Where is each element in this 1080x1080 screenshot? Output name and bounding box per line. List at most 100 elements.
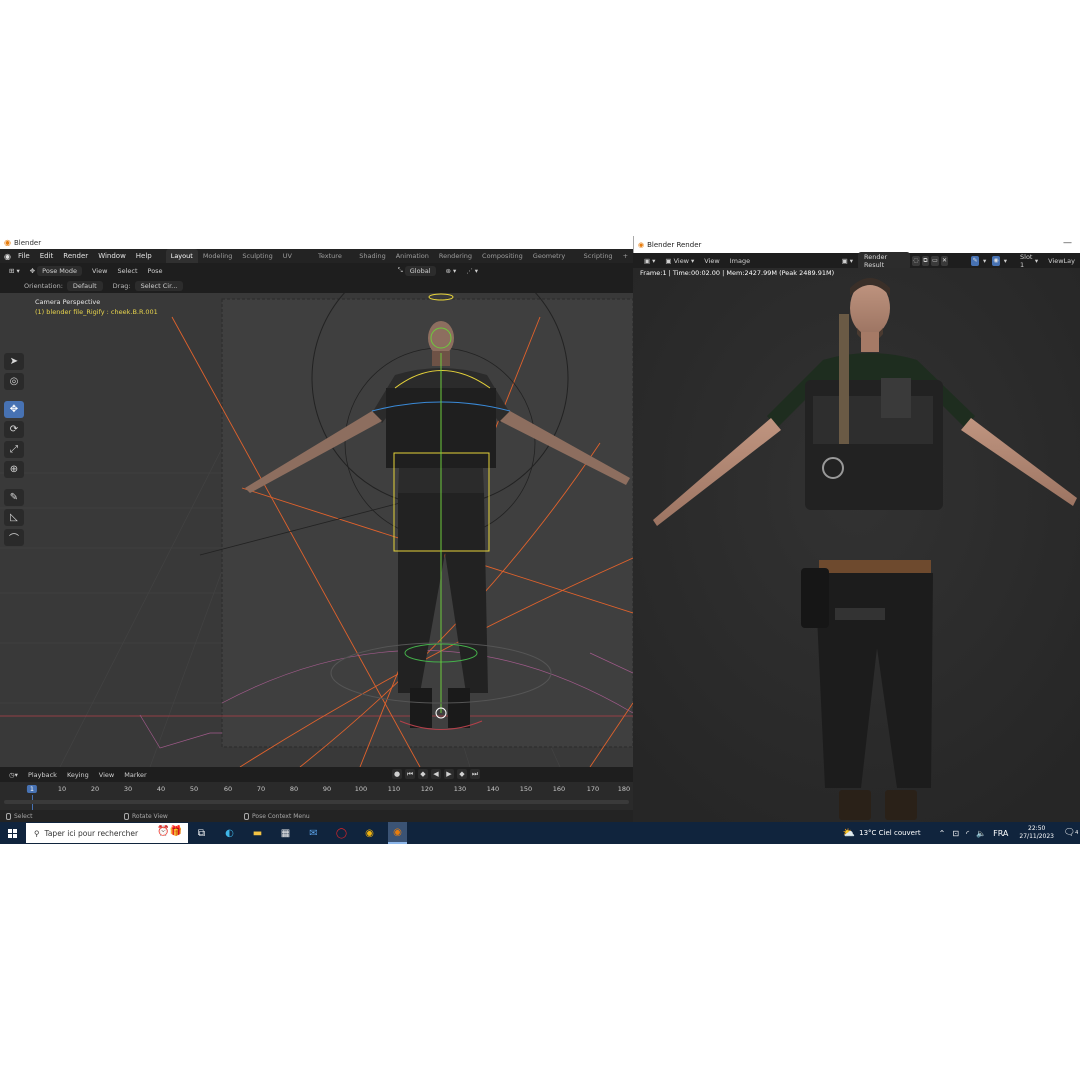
tab-compositing[interactable]: Compositing [477, 249, 528, 263]
mode-selector[interactable]: ✥ Pose Mode [25, 265, 87, 276]
store-icon[interactable]: ▦ [276, 822, 295, 844]
tray-chevron-up-icon[interactable]: ⌃ [939, 829, 946, 838]
play-reverse-button[interactable]: ◀ [431, 769, 441, 779]
snap-button[interactable]: ⋰ ▾ [461, 267, 483, 275]
minimize-button[interactable]: — [1063, 238, 1072, 248]
editor-type-button[interactable]: ⊞ ▾ [4, 267, 25, 275]
unlink-image-button[interactable]: ✕ [940, 255, 949, 266]
mail-icon[interactable]: ✉ [304, 822, 323, 844]
tab-sculpting[interactable]: Sculpting [237, 249, 277, 263]
blender-menu-icon[interactable]: ◉ [4, 252, 11, 261]
measure-tool[interactable]: ◺ [4, 509, 24, 526]
slot-dropdown[interactable]: Slot 1 ▾ [1015, 253, 1043, 269]
record-button[interactable]: ● [392, 769, 402, 779]
tab-uv-editing[interactable]: UV Editing [278, 249, 313, 274]
tab-animation[interactable]: Animation [391, 249, 434, 263]
clock[interactable]: 22:50 27/11/2023 [1019, 825, 1054, 841]
file-explorer-icon[interactable]: ▬ [248, 822, 267, 844]
annotate-tool[interactable]: ✎ [4, 489, 24, 506]
volume-icon[interactable]: 🔈 [976, 829, 986, 838]
transform-orientation[interactable]: ⤡ Global [393, 265, 441, 276]
edge-icon[interactable]: ◐ [220, 822, 239, 844]
timeline-playback-menu[interactable]: Playback [23, 771, 62, 779]
render-view-menu[interactable]: View [699, 257, 724, 265]
menu-render[interactable]: Render [58, 252, 93, 260]
wifi-icon[interactable]: ◜ [966, 829, 969, 838]
jump-end-button[interactable]: ⏭ [470, 769, 480, 779]
tab-layout[interactable]: Layout [165, 249, 198, 263]
mode-dropdown[interactable]: Pose Mode [37, 265, 82, 276]
taskbar-search-box[interactable]: ⚲ Taper ici pour rechercher ⏰🎁 [26, 823, 188, 843]
menu-help[interactable]: Help [131, 252, 157, 260]
fake-user-button[interactable]: ◌ [912, 255, 920, 266]
viewlayer-dropdown[interactable]: ViewLay [1043, 257, 1080, 265]
windows-taskbar: ⚲ Taper ici pour rechercher ⏰🎁 ⧉ ◐ ▬ ▦ ✉… [0, 822, 1080, 844]
header-view-menu[interactable]: View [87, 267, 112, 275]
frame-tick: 150 [519, 785, 533, 793]
drag-dropdown[interactable]: Select Cir... [134, 280, 184, 291]
status-rotate-label: Rotate View [132, 812, 168, 820]
play-button[interactable]: ▶ [444, 769, 454, 779]
open-image-button[interactable]: ▭ [931, 255, 939, 266]
orientation-dropdown[interactable]: Default [66, 280, 103, 291]
timeline[interactable]: 1 10 20 30 40 50 60 70 80 90 100 110 120… [0, 782, 633, 810]
chrome-icon[interactable]: ◉ [360, 822, 379, 844]
render-result-field[interactable]: Render Result [858, 251, 911, 270]
header-pose-menu[interactable]: Pose [143, 267, 168, 275]
scale-tool[interactable]: ⤢ [4, 441, 24, 458]
jump-start-button[interactable]: ⏮ [405, 769, 415, 779]
menu-edit[interactable]: Edit [35, 252, 59, 260]
start-button[interactable] [0, 822, 24, 844]
image-view-mode[interactable]: ▣ View ▾ [660, 257, 699, 265]
drag-label: Drag: [112, 281, 131, 290]
header-select-menu[interactable]: Select [112, 267, 142, 275]
transform-tool[interactable]: ⊕ [4, 461, 24, 478]
tab-shading[interactable]: Shading [354, 249, 390, 263]
tab-texture-paint[interactable]: Texture Paint [313, 249, 354, 274]
view-mode-icon: ▣ [665, 256, 672, 265]
transform-orientation-dropdown[interactable]: Global [404, 265, 436, 276]
move-tool[interactable]: ✥ [4, 401, 24, 418]
tab-rendering[interactable]: Rendering [434, 249, 477, 263]
bone-tool[interactable]: ⌒ [4, 529, 24, 546]
tool-dropdown-icon[interactable]: ▾ [983, 257, 986, 265]
render-canvas[interactable] [633, 268, 1080, 822]
overlay-button[interactable]: ◉ [992, 255, 1000, 266]
sample-tool-button[interactable]: ✎ [971, 255, 979, 266]
image-editor-type[interactable]: ▣ ▾ [639, 257, 660, 265]
network-icon[interactable]: ⊡ [952, 829, 959, 838]
frame-tick: 90 [322, 785, 332, 793]
tab-geometry-nodes[interactable]: Geometry Nodes [528, 249, 579, 274]
cursor-tool[interactable]: ◎ [4, 373, 24, 390]
weather-widget[interactable]: ⛅ 13°C Ciel couvert [843, 828, 921, 839]
image-browse[interactable]: ▣ ▾ [837, 257, 858, 265]
search-highlight-icon[interactable]: ⏰🎁 [157, 826, 182, 837]
timeline-marker-menu[interactable]: Marker [119, 771, 151, 779]
opera-icon[interactable]: ◯ [332, 822, 351, 844]
frame-ruler[interactable]: 1 10 20 30 40 50 60 70 80 90 100 110 120… [0, 783, 633, 795]
timeline-view-menu[interactable]: View [94, 771, 119, 779]
rotate-tool[interactable]: ⟳ [4, 421, 24, 438]
render-image-menu[interactable]: Image [725, 257, 755, 265]
tab-modeling[interactable]: Modeling [198, 249, 238, 263]
3d-viewport[interactable]: Camera Perspective (1) blender file_Rigi… [0, 293, 633, 767]
overlay-dropdown-icon[interactable]: ▾ [1004, 257, 1007, 265]
task-view-icon[interactable]: ⧉ [192, 822, 211, 844]
tab-scripting[interactable]: Scripting [579, 249, 618, 263]
menu-window[interactable]: Window [93, 252, 131, 260]
jump-keyframe-back-button[interactable]: ◆ [418, 769, 428, 779]
current-frame-indicator[interactable]: 1 [26, 785, 38, 793]
language-indicator[interactable]: FRA [993, 829, 1008, 838]
timeline-editor-type[interactable]: ◷▾ [4, 771, 23, 779]
timeline-keying-menu[interactable]: Keying [62, 771, 94, 779]
timeline-scrollbar[interactable] [4, 800, 629, 804]
blender-taskbar-icon[interactable]: ◉ [388, 822, 407, 844]
notification-center-button[interactable]: 🗨 4 [1062, 828, 1080, 838]
add-workspace-button[interactable]: + [618, 249, 633, 263]
status-rotate: Rotate View [124, 812, 168, 820]
menu-file[interactable]: File [13, 252, 35, 260]
jump-keyframe-forward-button[interactable]: ◆ [457, 769, 467, 779]
select-tool[interactable]: ➤ [4, 353, 24, 370]
new-image-button[interactable]: ⧉ [921, 255, 930, 266]
pivot-point-button[interactable]: ⊛ ▾ [441, 267, 462, 275]
